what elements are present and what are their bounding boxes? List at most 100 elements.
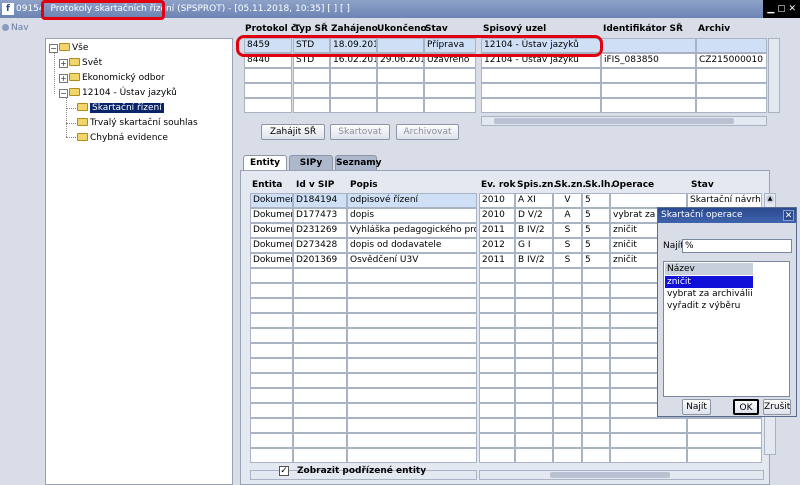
cell-archiv[interactable]: CZ215000010 — [696, 53, 767, 68]
empty-cell[interactable] — [293, 328, 347, 343]
nav-toggle[interactable]: Nav — [2, 23, 29, 33]
empty-cell[interactable] — [515, 298, 553, 313]
cell-identifikator[interactable] — [601, 38, 696, 53]
empty-cell[interactable] — [347, 448, 477, 463]
empty-cell[interactable] — [582, 448, 610, 463]
empty-cell[interactable] — [424, 83, 476, 98]
cell-entita[interactable]: Dokument — [250, 193, 293, 208]
empty-cell[interactable] — [696, 68, 767, 83]
tab-sipy[interactable]: SIPy — [289, 155, 333, 170]
empty-cell[interactable] — [250, 283, 293, 298]
scroll-up-icon[interactable]: ▲ — [766, 195, 774, 203]
empty-cell[interactable] — [515, 283, 553, 298]
tab-seznamy[interactable]: Seznamy — [335, 155, 382, 170]
cell-sk-lh[interactable]: 5 — [582, 253, 610, 268]
zahajit-sr-button[interactable]: Zahájit SŘ — [261, 124, 325, 140]
cell-id-sip[interactable]: D184194 — [293, 193, 347, 208]
empty-cell[interactable] — [601, 98, 696, 113]
empty-cell[interactable] — [610, 418, 687, 433]
empty-cell[interactable] — [696, 98, 767, 113]
empty-cell[interactable] — [377, 68, 424, 83]
cell-entita[interactable]: Dokument — [250, 208, 293, 223]
empty-cell[interactable] — [479, 268, 515, 283]
cell-id-sip[interactable]: D231269 — [293, 223, 347, 238]
cell-ev-rok[interactable]: 2012 — [479, 238, 515, 253]
empty-cell[interactable] — [250, 373, 293, 388]
empty-cell[interactable] — [553, 418, 582, 433]
empty-cell[interactable] — [293, 313, 347, 328]
cell-sk-zn[interactable]: S — [553, 253, 582, 268]
empty-cell[interactable] — [479, 388, 515, 403]
empty-cell[interactable] — [553, 448, 582, 463]
empty-cell[interactable] — [610, 448, 687, 463]
empty-cell[interactable] — [479, 448, 515, 463]
empty-cell[interactable] — [601, 83, 696, 98]
empty-cell[interactable] — [244, 83, 292, 98]
empty-cell[interactable] — [250, 403, 293, 418]
cell-sk-zn[interactable]: S — [553, 223, 582, 238]
empty-cell[interactable] — [582, 433, 610, 448]
spisovy-v-scrollbar[interactable] — [768, 38, 780, 113]
empty-cell[interactable] — [515, 418, 553, 433]
cell-popis[interactable]: dopis od dodavatele — [347, 238, 477, 253]
empty-cell[interactable] — [293, 343, 347, 358]
empty-cell[interactable] — [250, 358, 293, 373]
empty-cell[interactable] — [481, 98, 601, 113]
scroll-thumb[interactable] — [550, 472, 670, 478]
expand-icon[interactable]: + — [59, 59, 68, 68]
empty-cell[interactable] — [330, 83, 377, 98]
tab-entity[interactable]: Entity — [243, 155, 287, 170]
empty-cell[interactable] — [293, 268, 347, 283]
empty-cell[interactable] — [479, 343, 515, 358]
archivovat-button[interactable]: Archivovat — [396, 124, 459, 140]
empty-cell[interactable] — [424, 68, 476, 83]
empty-cell[interactable] — [582, 358, 610, 373]
empty-cell[interactable] — [293, 388, 347, 403]
cell-sk-zn[interactable]: A — [553, 208, 582, 223]
empty-cell[interactable] — [293, 68, 330, 83]
empty-cell[interactable] — [347, 313, 477, 328]
operations-list[interactable]: Název zničit vybrat za archiválii vyřadi… — [663, 261, 790, 397]
empty-cell[interactable] — [293, 448, 347, 463]
cell-ev-rok[interactable]: 2011 — [479, 223, 515, 238]
empty-cell[interactable] — [553, 388, 582, 403]
empty-cell[interactable] — [515, 328, 553, 343]
empty-cell[interactable] — [293, 403, 347, 418]
cell-sk-zn[interactable]: V — [553, 193, 582, 208]
empty-cell[interactable] — [479, 433, 515, 448]
empty-cell[interactable] — [250, 298, 293, 313]
empty-cell[interactable] — [347, 268, 477, 283]
empty-cell[interactable] — [479, 373, 515, 388]
empty-cell[interactable] — [347, 358, 477, 373]
empty-cell[interactable] — [582, 283, 610, 298]
cell-spis-zn[interactable]: A XI — [515, 193, 553, 208]
empty-cell[interactable] — [479, 403, 515, 418]
empty-cell[interactable] — [687, 433, 762, 448]
empty-cell[interactable] — [481, 68, 601, 83]
empty-cell[interactable] — [330, 98, 377, 113]
cell-entita[interactable]: Dokument — [250, 223, 293, 238]
empty-cell[interactable] — [582, 388, 610, 403]
cell-sk-lh[interactable]: 5 — [582, 223, 610, 238]
tree-node-root[interactable]: − Vše — [49, 41, 88, 55]
cell-stav-entity[interactable]: Skartační návrh — [687, 193, 762, 208]
empty-cell[interactable] — [515, 448, 553, 463]
empty-cell[interactable] — [250, 418, 293, 433]
cell-sk-zn[interactable]: S — [553, 238, 582, 253]
empty-cell[interactable] — [293, 98, 330, 113]
empty-cell[interactable] — [515, 268, 553, 283]
empty-cell[interactable] — [582, 313, 610, 328]
cell-sk-lh[interactable]: 5 — [582, 193, 610, 208]
empty-cell[interactable] — [582, 403, 610, 418]
empty-cell[interactable] — [330, 68, 377, 83]
dialog-ok-button[interactable]: OK — [733, 399, 759, 415]
cell-popis[interactable]: dopis — [347, 208, 477, 223]
empty-cell[interactable] — [515, 388, 553, 403]
find-input[interactable] — [682, 239, 792, 253]
collapse-icon[interactable]: − — [49, 44, 58, 53]
empty-cell[interactable] — [515, 433, 553, 448]
empty-cell[interactable] — [347, 343, 477, 358]
empty-cell[interactable] — [250, 328, 293, 343]
empty-cell[interactable] — [553, 328, 582, 343]
cell-sk-lh[interactable]: 5 — [582, 238, 610, 253]
